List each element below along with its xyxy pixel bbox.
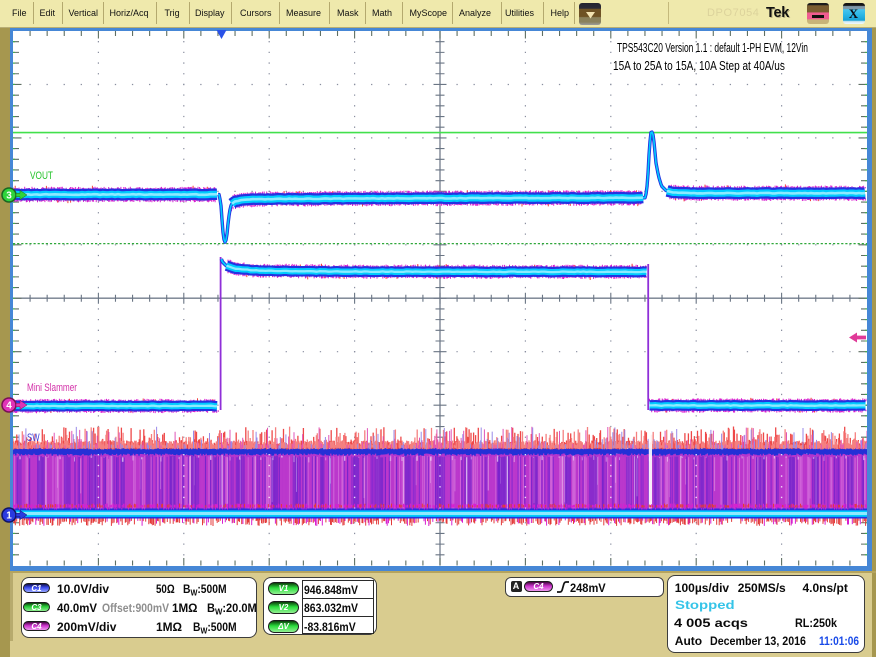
svg-text:3: 3 (6, 190, 12, 201)
svg-text:4: 4 (6, 400, 12, 411)
svg-text:1: 1 (6, 510, 12, 521)
